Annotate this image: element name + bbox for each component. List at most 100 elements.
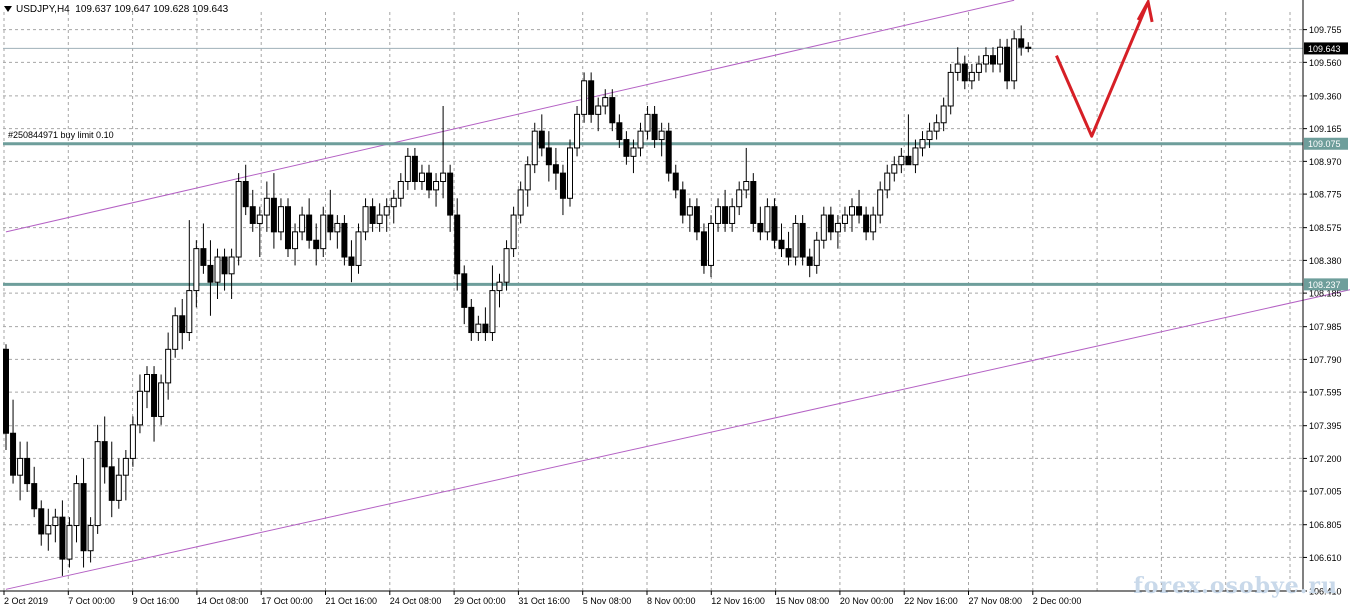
price-tick-label: 109.560 xyxy=(1309,58,1342,68)
candle-body xyxy=(165,348,172,384)
candle-body xyxy=(778,239,785,250)
candle-body xyxy=(975,63,982,73)
price-tick-label: 109.165 xyxy=(1309,124,1342,134)
candle-body xyxy=(3,348,9,434)
candle-body xyxy=(856,206,863,216)
quote-values: 109.637 109.647 109.628 109.643 xyxy=(75,4,229,15)
candle-body xyxy=(299,214,306,233)
candle-body xyxy=(235,181,242,258)
candle-body xyxy=(440,172,447,183)
candle-body xyxy=(651,113,658,141)
time-tick-label: 12 Nov 16:00 xyxy=(711,596,765,606)
candle-body xyxy=(277,206,284,233)
candle-body xyxy=(179,315,186,334)
candle-body xyxy=(834,222,841,233)
time-tick-label: 5 Nov 08:00 xyxy=(583,596,632,606)
candle-body xyxy=(736,189,743,208)
candle-body xyxy=(708,222,714,266)
candle-body xyxy=(348,256,355,266)
candle-body xyxy=(630,147,637,157)
price-tick-label: 107.395 xyxy=(1309,421,1342,431)
candle-body xyxy=(418,172,425,183)
candle-body xyxy=(968,71,975,82)
forecast-path xyxy=(1055,1,1150,138)
candle-body xyxy=(31,483,38,510)
candle-body xyxy=(207,264,214,283)
candle-body xyxy=(129,424,136,459)
candle-body xyxy=(813,239,820,266)
candle-body xyxy=(602,97,609,107)
price-tick-label: 108.575 xyxy=(1309,223,1342,233)
candle-body xyxy=(447,172,454,216)
order-label: #250844971 buy limit 0.10 xyxy=(8,130,114,140)
time-tick-label: 31 Oct 16:00 xyxy=(518,596,570,606)
candle-body xyxy=(108,466,115,501)
candle-body xyxy=(531,130,538,166)
candle-body xyxy=(806,256,813,266)
candle-body xyxy=(101,441,108,468)
candle-body xyxy=(242,181,249,208)
dropdown-triangle-icon[interactable] xyxy=(4,6,12,13)
candle-body xyxy=(849,206,855,216)
candle-body xyxy=(475,323,482,334)
candle-body xyxy=(94,441,101,527)
candle-body xyxy=(38,508,45,535)
price-tick-label: 107.985 xyxy=(1309,322,1342,332)
candle-body xyxy=(567,147,573,199)
candle-body xyxy=(954,63,961,73)
axes xyxy=(0,0,1304,592)
candle-body xyxy=(313,239,320,250)
price-chart[interactable]: 109.755 109.560 109.360 109.165 108.970 108.7… xyxy=(0,0,1350,611)
candle-body xyxy=(524,164,531,191)
candle-body xyxy=(214,256,221,283)
candle-body xyxy=(581,80,588,115)
candle-body xyxy=(722,206,729,224)
candle-body xyxy=(461,273,468,308)
candle-body xyxy=(715,206,722,224)
level-price-tag-label: 108.237 xyxy=(1308,280,1341,290)
candle-body xyxy=(334,222,341,233)
time-tick-label: 29 Oct 00:00 xyxy=(454,596,506,606)
candle-body xyxy=(433,181,440,191)
candle-body xyxy=(947,71,954,107)
candle-body xyxy=(961,63,968,82)
candle-body xyxy=(757,222,764,233)
candle-body xyxy=(510,214,517,250)
candle-body xyxy=(390,197,397,208)
candle-body xyxy=(884,172,891,191)
candle-body xyxy=(827,214,834,233)
time-tick-label: 22 Nov 16:00 xyxy=(904,596,958,606)
candle-body xyxy=(623,139,630,157)
candle-body xyxy=(898,155,905,166)
candle-body xyxy=(362,206,369,233)
candle-body xyxy=(122,457,129,476)
candle-body xyxy=(193,248,200,292)
candle-body xyxy=(369,206,376,224)
candle-body xyxy=(616,122,623,141)
candle-body xyxy=(482,323,489,334)
candle-body xyxy=(771,206,778,241)
candle-body xyxy=(24,457,31,485)
candle-body xyxy=(870,214,877,233)
candle-body xyxy=(552,164,559,174)
candle-body xyxy=(799,222,806,258)
candle-body xyxy=(158,382,165,417)
candle-body xyxy=(186,290,193,334)
time-tick-label: 24 Oct 08:00 xyxy=(390,596,442,606)
price-tick-label: 108.970 xyxy=(1309,157,1342,167)
time-tick-label: 7 Oct 00:00 xyxy=(68,596,115,606)
candle-body xyxy=(990,55,996,65)
candle-body xyxy=(637,130,644,149)
candle-body xyxy=(17,457,24,476)
current-price-tag-label: 109.643 xyxy=(1308,44,1341,54)
channel-line-lower xyxy=(5,289,1350,590)
candle-body xyxy=(144,374,150,392)
candle-body xyxy=(743,181,750,191)
candle-body xyxy=(1018,38,1025,48)
time-tick-label: 9 Oct 16:00 xyxy=(133,596,180,606)
candle-body xyxy=(665,130,672,174)
candle-body xyxy=(545,147,552,166)
channel-line-upper xyxy=(5,0,1015,233)
candle-body xyxy=(383,206,390,216)
candle-body xyxy=(700,231,707,266)
